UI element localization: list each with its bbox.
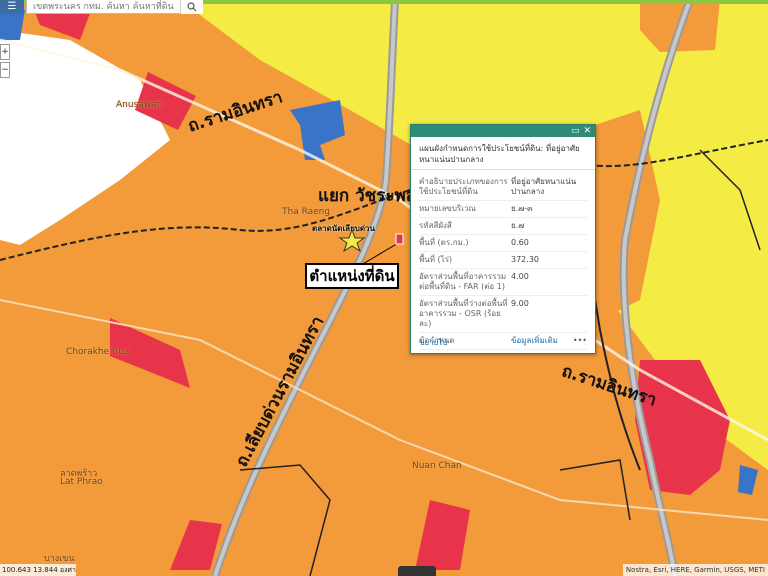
attr-key: อัตราส่วนพื้นที่ว่างต่อพื้นที่อาคารรวม -… (419, 299, 508, 328)
attr-value: 4.00 (511, 272, 529, 281)
popup-footer: ขยายไป ••• (419, 336, 587, 349)
place-label-anusawari: Anusawari (116, 100, 163, 110)
coordinate-readout: 100.643 13.844 องศา (0, 564, 76, 576)
place-label-nuan-chan: Nuan Chan (412, 461, 462, 471)
zoom-in-button[interactable]: + (0, 44, 10, 60)
place-label-tharaeng: Tha Raeng (282, 207, 331, 217)
land-location-callout: ตำแหน่งที่ดิน (305, 263, 399, 289)
attr-value: ย.๗ (511, 221, 525, 230)
search-input[interactable]: เขตพระนคร กทม. ค้นหา ค้นหาที่ดิน (26, 0, 202, 14)
close-icon[interactable]: ✕ (583, 126, 591, 136)
zoom-to-link[interactable]: ขยายไป (419, 336, 447, 349)
table-row: อัตราส่วนพื้นที่อาคารรวมต่อพื้นที่ดิน - … (419, 269, 587, 296)
attr-key: คำอธิบายประเภทของการใช้ประโยชน์ที่ดิน (419, 177, 508, 196)
place-label-chorakhe-bua: Chorakhe Bua (66, 347, 130, 357)
attr-key: อัตราส่วนพื้นที่อาคารรวมต่อพื้นที่ดิน - … (419, 272, 507, 291)
selected-parcel-marker[interactable] (395, 233, 404, 245)
feature-info-popup: ▭ ✕ แผนผังกำหนดการใช้ประโยชน์ที่ดิน: ที่… (410, 124, 596, 354)
place-label-bang-khen: บางเขน (44, 554, 75, 564)
search-icon (187, 2, 197, 12)
attr-value: 372.30 (511, 255, 539, 264)
table-row: อัตราส่วนพื้นที่ว่างต่อพื้นที่อาคารรวม -… (419, 296, 587, 333)
place-label-lat-phrao-en: Lat Phrao (60, 477, 103, 487)
popup-title: แผนผังกำหนดการใช้ประโยชน์ที่ดิน: ที่อยู่… (411, 137, 595, 170)
attr-value: ย.๗-๓ (511, 204, 533, 213)
map-attribution: Nostra, Esri, HERE, Garmin, USGS, METI (622, 564, 768, 576)
intersection-label: แยก วัชระพล (318, 186, 417, 206)
zoom-out-button[interactable]: − (0, 62, 10, 78)
market-label: ตลาดนัดเลียบด่วน (312, 224, 376, 233)
table-row: หมายเลขบริเวณ ย.๗-๓ (419, 201, 587, 218)
popup-header: ▭ ✕ (411, 125, 595, 137)
table-row: รหัสสีผังสี ย.๗ (419, 218, 587, 235)
attr-key: พื้นที่ (ไร่) (419, 255, 453, 264)
attr-key: รหัสสีผังสี (419, 221, 452, 230)
popup-attribute-table: คำอธิบายประเภทของการใช้ประโยชน์ที่ดิน ที่… (419, 174, 587, 350)
bottom-panel-toggle[interactable] (398, 566, 436, 576)
search-button[interactable] (180, 0, 203, 14)
menu-button[interactable]: ☰ (0, 0, 24, 14)
attr-value: 9.00 (511, 299, 529, 308)
zoom-controls: + − (0, 44, 10, 80)
attr-key: หมายเลขบริเวณ (419, 204, 476, 213)
table-row: พื้นที่ (ตร.กม.) 0.60 (419, 235, 587, 252)
maximize-icon[interactable]: ▭ (571, 126, 580, 136)
attr-value: ที่อยู่อาศัยหนาแน่นปานกลาง (511, 177, 577, 196)
attr-key: พื้นที่ (ตร.กม.) (419, 238, 469, 247)
attr-value: 0.60 (511, 238, 529, 247)
table-row: พื้นที่ (ไร่) 372.30 (419, 252, 587, 269)
table-row: คำอธิบายประเภทของการใช้ประโยชน์ที่ดิน ที่… (419, 174, 587, 201)
more-options-button[interactable]: ••• (573, 336, 587, 349)
